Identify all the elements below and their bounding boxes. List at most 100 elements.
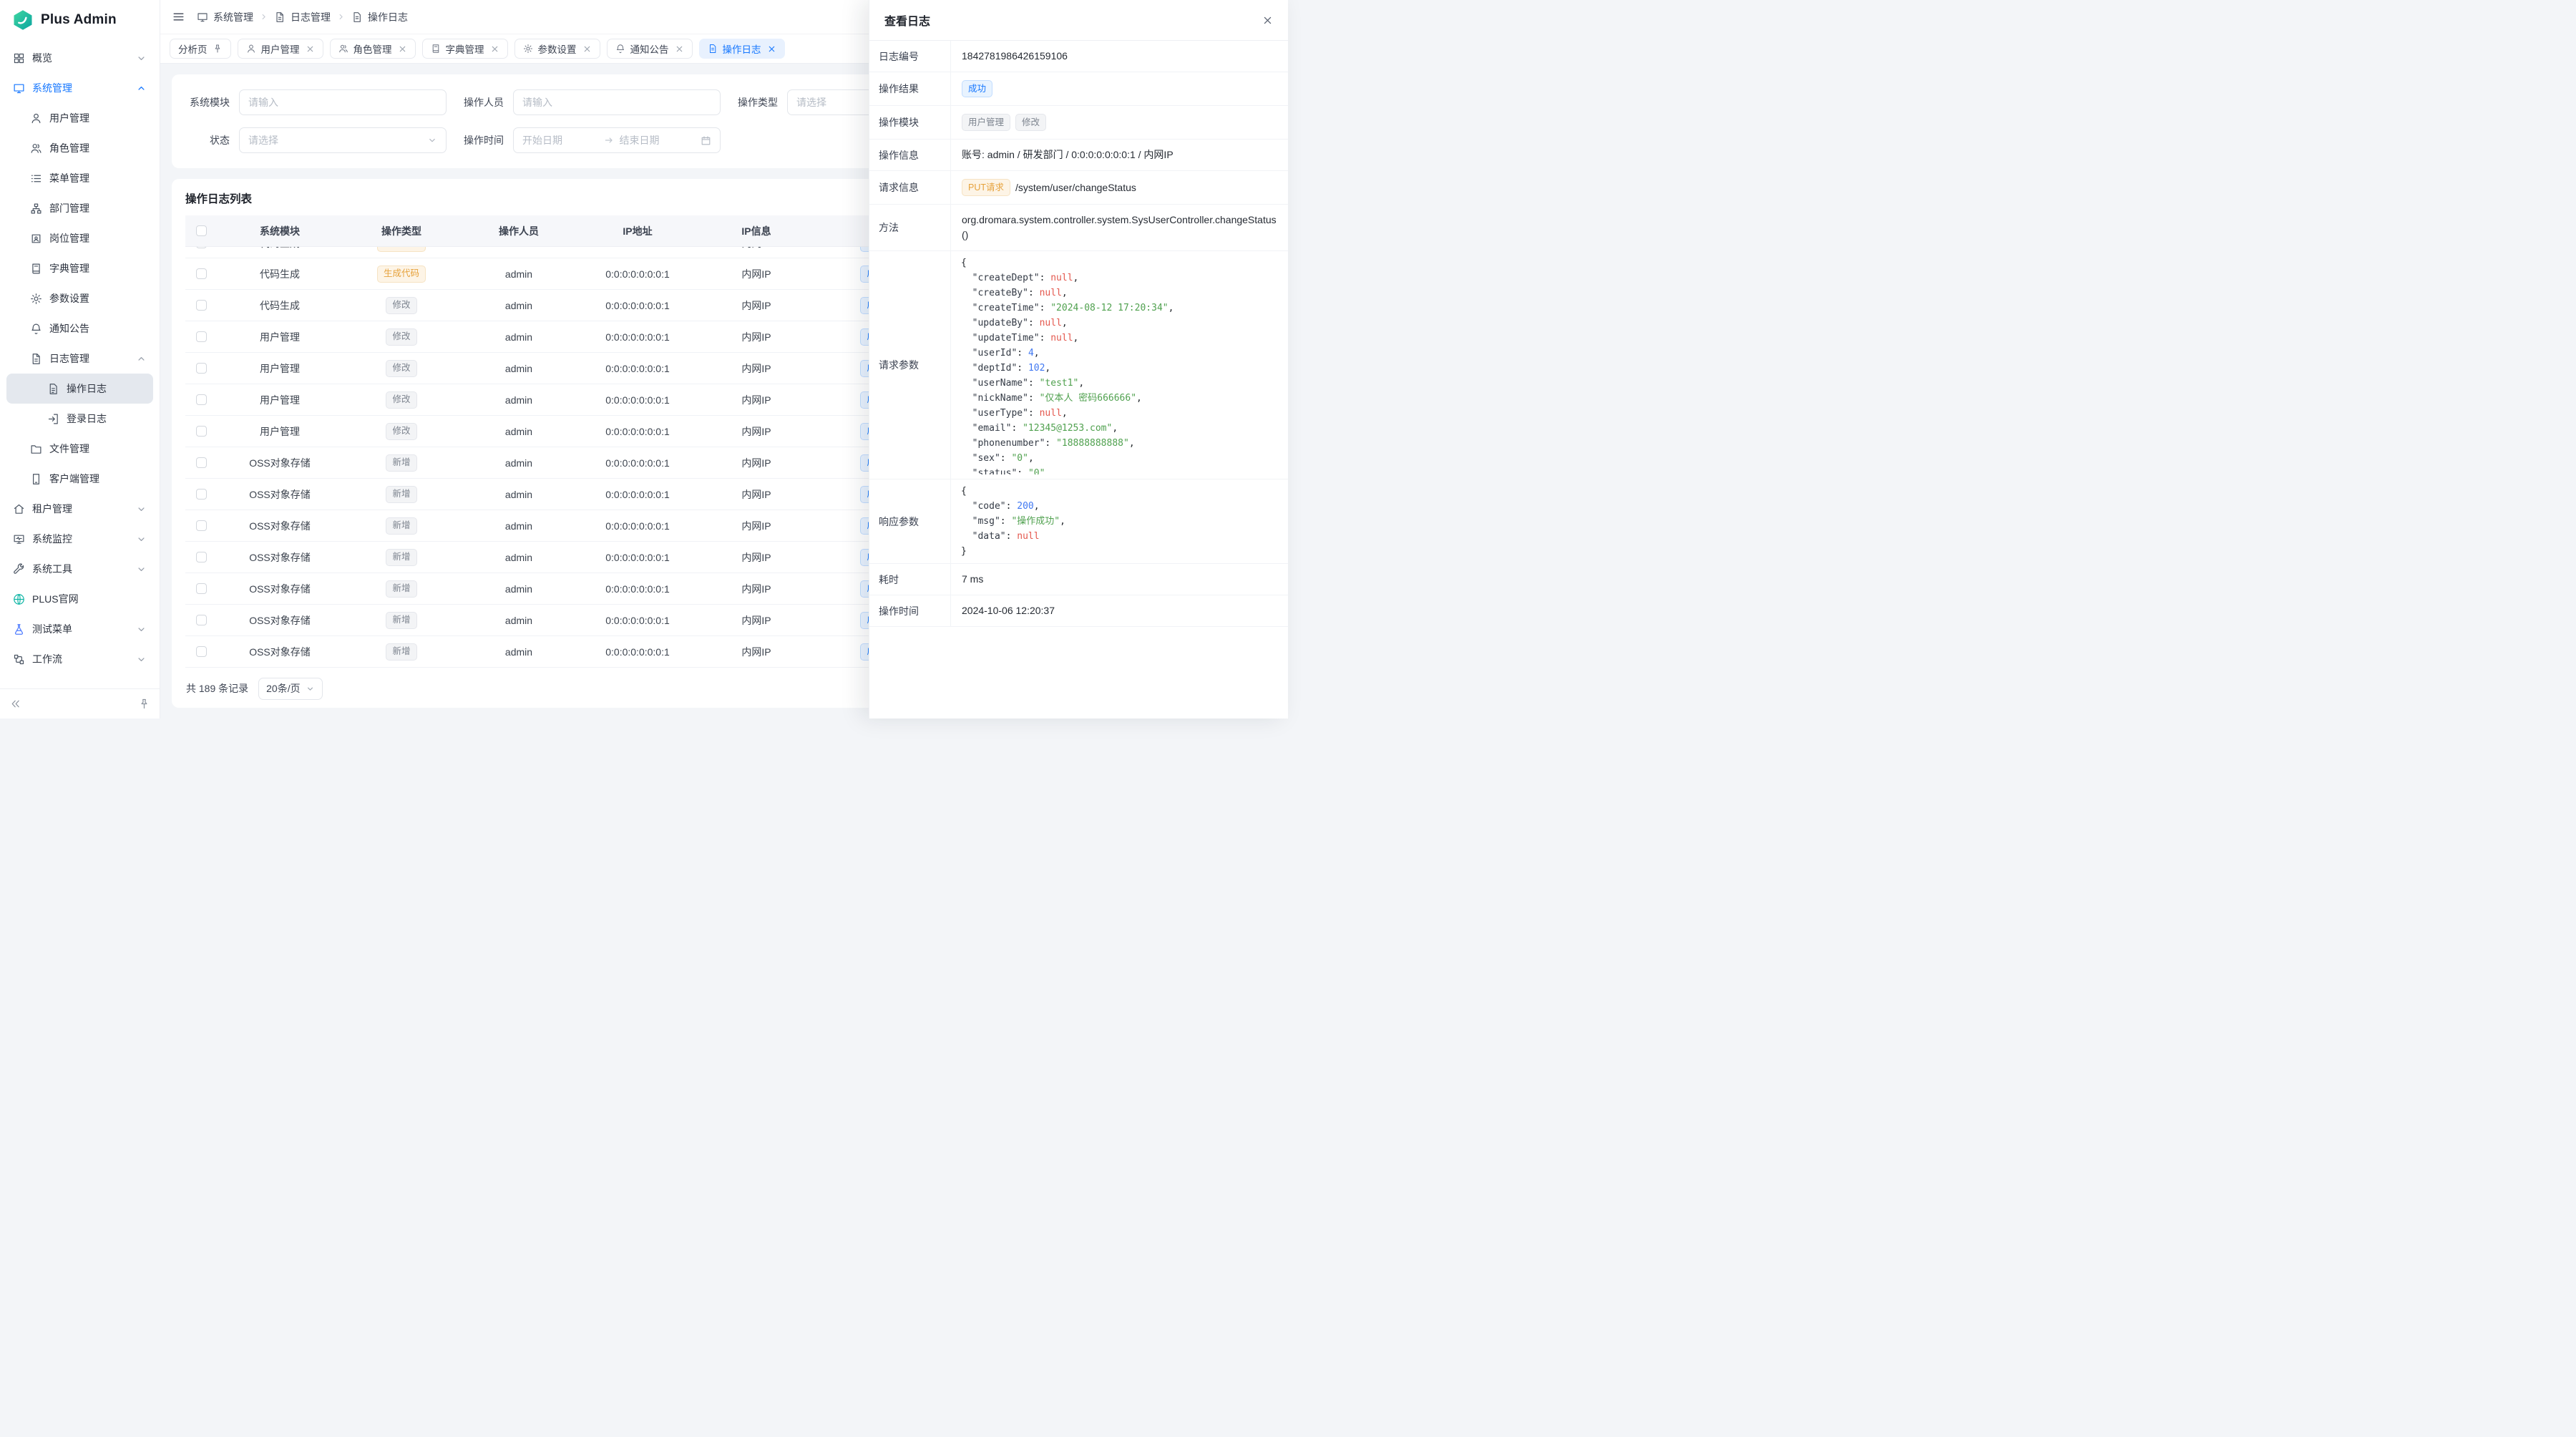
- row-checkbox[interactable]: [196, 426, 207, 437]
- tab-notices[interactable]: 通知公告: [607, 39, 693, 59]
- row-checkbox[interactable]: [196, 552, 207, 562]
- chevron-down-icon: [427, 135, 437, 145]
- select-all-checkbox[interactable]: [196, 225, 207, 236]
- detail-row-response-params: 响应参数 { "code": 200, "msg": "操作成功", "data…: [869, 479, 1288, 564]
- row-checkbox[interactable]: [196, 615, 207, 625]
- pin-sidebar-button[interactable]: [138, 698, 150, 710]
- row-checkbox[interactable]: [196, 300, 207, 311]
- breadcrumb-item-logs[interactable]: 日志管理: [274, 10, 331, 24]
- sidebar-item-tenants[interactable]: 租户管理: [6, 494, 153, 524]
- close-drawer-icon[interactable]: [1262, 15, 1273, 26]
- row-checkbox[interactable]: [196, 520, 207, 531]
- sidebar-item-posts[interactable]: 岗位管理: [6, 223, 153, 253]
- sidebar-item-plus-website[interactable]: PLUS官网: [6, 584, 153, 614]
- tab-operation-log[interactable]: 操作日志: [699, 39, 785, 59]
- close-tab-icon[interactable]: [490, 44, 499, 54]
- sidebar-item-roles[interactable]: 角色管理: [6, 133, 153, 163]
- arrow-right-icon: [604, 135, 614, 145]
- close-tab-icon[interactable]: [582, 44, 592, 54]
- chevron-right-icon: [259, 12, 268, 21]
- row-checkbox[interactable]: [196, 394, 207, 405]
- operator-filter-label: 操作人员: [456, 95, 513, 109]
- close-tab-icon[interactable]: [306, 44, 315, 54]
- log-id-value: 1842781986426159106: [951, 41, 1288, 72]
- tab-analysis[interactable]: 分析页: [170, 39, 231, 59]
- sidebar-item-test-menu[interactable]: 测试菜单: [6, 614, 153, 644]
- pin-icon[interactable]: [213, 44, 223, 54]
- type-tag: 修改: [386, 297, 416, 314]
- row-checkbox[interactable]: [196, 363, 207, 374]
- bell-icon: [30, 323, 42, 335]
- gear-icon: [523, 44, 533, 54]
- module-filter-input[interactable]: [239, 89, 447, 115]
- tab-dictionary[interactable]: 字典管理: [422, 39, 508, 59]
- sidebar-item-notices[interactable]: 通知公告: [6, 313, 153, 344]
- type-tag: 生成代码: [377, 266, 426, 283]
- pin-icon: [138, 698, 150, 710]
- sidebar-item-files[interactable]: 文件管理: [6, 434, 153, 464]
- operator-filter-input[interactable]: [513, 89, 721, 115]
- sidebar-item-menus[interactable]: 菜单管理: [6, 163, 153, 193]
- col-type: 操作类型: [343, 215, 460, 246]
- status-filter-select[interactable]: 请选择: [239, 127, 447, 153]
- tab-parameters[interactable]: 参数设置: [514, 39, 600, 59]
- row-checkbox[interactable]: [196, 489, 207, 500]
- sidebar-item-users[interactable]: 用户管理: [6, 103, 153, 133]
- operation-time-value: 2024-10-06 12:20:37: [951, 595, 1288, 626]
- row-checkbox[interactable]: [196, 247, 207, 248]
- close-tab-icon[interactable]: [398, 44, 407, 54]
- type-tag: 新增: [386, 643, 416, 661]
- type-tag: 新增: [386, 612, 416, 629]
- chevron-down-icon: [136, 564, 147, 575]
- monitor-pulse-icon: [13, 533, 25, 545]
- page-size-select[interactable]: 20条/页: [258, 678, 322, 700]
- org-tree-icon: [30, 203, 42, 215]
- sidebar-item-login-log[interactable]: 登录日志: [6, 404, 153, 434]
- sidebar-item-tools[interactable]: 系统工具: [6, 554, 153, 584]
- sidebar-item-operation-log[interactable]: 操作日志: [6, 374, 153, 404]
- close-tab-icon[interactable]: [767, 44, 776, 54]
- users-icon: [30, 142, 42, 155]
- document-icon: [708, 44, 718, 54]
- sidebar-item-dictionary[interactable]: 字典管理: [6, 253, 153, 283]
- sidebar-item-overview[interactable]: 概览: [6, 43, 153, 73]
- document-icon: [351, 11, 363, 23]
- sidebar-item-parameters[interactable]: 参数设置: [6, 283, 153, 313]
- tab-roles[interactable]: 角色管理: [330, 39, 416, 59]
- flask-icon: [13, 623, 25, 635]
- row-checkbox[interactable]: [196, 457, 207, 468]
- method-value: org.dromara.system.controller.system.Sys…: [951, 205, 1288, 250]
- request-params-code[interactable]: { "createDept": null, "createBy": null, …: [961, 255, 1283, 474]
- type-tag: 新增: [386, 517, 416, 535]
- module-filter-label: 系统模块: [182, 95, 239, 109]
- logo-icon: [12, 9, 34, 31]
- close-tab-icon[interactable]: [675, 44, 684, 54]
- sidebar-item-workflow[interactable]: 工作流: [6, 644, 153, 674]
- id-badge-icon: [30, 233, 42, 245]
- file-text-icon: [274, 11, 286, 23]
- tab-users[interactable]: 用户管理: [238, 39, 323, 59]
- request-url: /system/user/changeStatus: [1015, 180, 1136, 195]
- row-checkbox[interactable]: [196, 331, 207, 342]
- menu-list-icon: [30, 172, 42, 185]
- cost-value: 7 ms: [951, 564, 1288, 595]
- row-checkbox[interactable]: [196, 646, 207, 657]
- breadcrumb-item-system[interactable]: 系统管理: [197, 10, 253, 24]
- book-icon: [30, 263, 42, 275]
- row-checkbox[interactable]: [196, 583, 207, 594]
- monitor-icon: [13, 82, 25, 94]
- sidebar-item-monitoring[interactable]: 系统监控: [6, 524, 153, 554]
- menu-toggle-button[interactable]: [172, 10, 185, 24]
- sidebar-item-system[interactable]: 系统管理: [6, 73, 153, 103]
- logo[interactable]: Plus Admin: [0, 0, 160, 40]
- sidebar-item-logs[interactable]: 日志管理: [6, 344, 153, 374]
- breadcrumb-item-operation-log[interactable]: 操作日志: [351, 10, 408, 24]
- collapse-sidebar-button[interactable]: [9, 698, 21, 710]
- document-icon: [47, 383, 59, 395]
- sidebar-item-departments[interactable]: 部门管理: [6, 193, 153, 223]
- time-range-picker[interactable]: 开始日期 结束日期: [513, 127, 721, 153]
- sidebar-item-clients[interactable]: 客户端管理: [6, 464, 153, 494]
- row-checkbox[interactable]: [196, 268, 207, 279]
- detail-row-request: 请求信息 PUT请求 /system/user/changeStatus: [869, 171, 1288, 205]
- operation-info-value: 账号: admin / 研发部门 / 0:0:0:0:0:0:0:1 / 内网I…: [951, 140, 1288, 170]
